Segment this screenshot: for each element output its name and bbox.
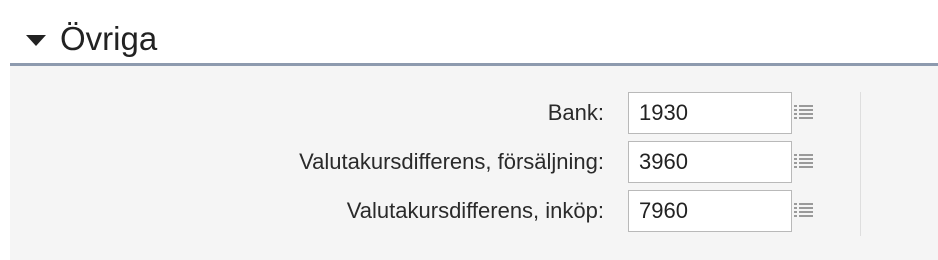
bank-label: Bank: (547, 100, 604, 125)
row-valutakurs-inkop: Valutakursdifferens, inköp: (10, 190, 938, 232)
bank-account-input[interactable] (628, 92, 792, 134)
section-title: Övriga (60, 20, 158, 57)
valutakurs-forsaljning-label: Valutakursdifferens, försäljning: (299, 149, 604, 174)
section-ovriga: Övriga Bank: Valutakursdifferens, försäl… (0, 0, 938, 260)
section-body: Bank: Valutakursdifferens, försäljning: (10, 66, 938, 260)
list-icon[interactable] (794, 153, 814, 171)
list-icon[interactable] (794, 202, 814, 220)
valutakurs-forsaljning-input[interactable] (628, 141, 792, 183)
row-valutakurs-forsaljning: Valutakursdifferens, försäljning: (10, 141, 938, 183)
section-header[interactable]: Övriga (10, 0, 938, 66)
valutakurs-inkop-input[interactable] (628, 190, 792, 232)
list-icon[interactable] (794, 104, 814, 122)
valutakurs-inkop-label: Valutakursdifferens, inköp: (346, 198, 604, 223)
caret-down-icon[interactable] (26, 35, 46, 46)
row-bank: Bank: (10, 92, 938, 134)
